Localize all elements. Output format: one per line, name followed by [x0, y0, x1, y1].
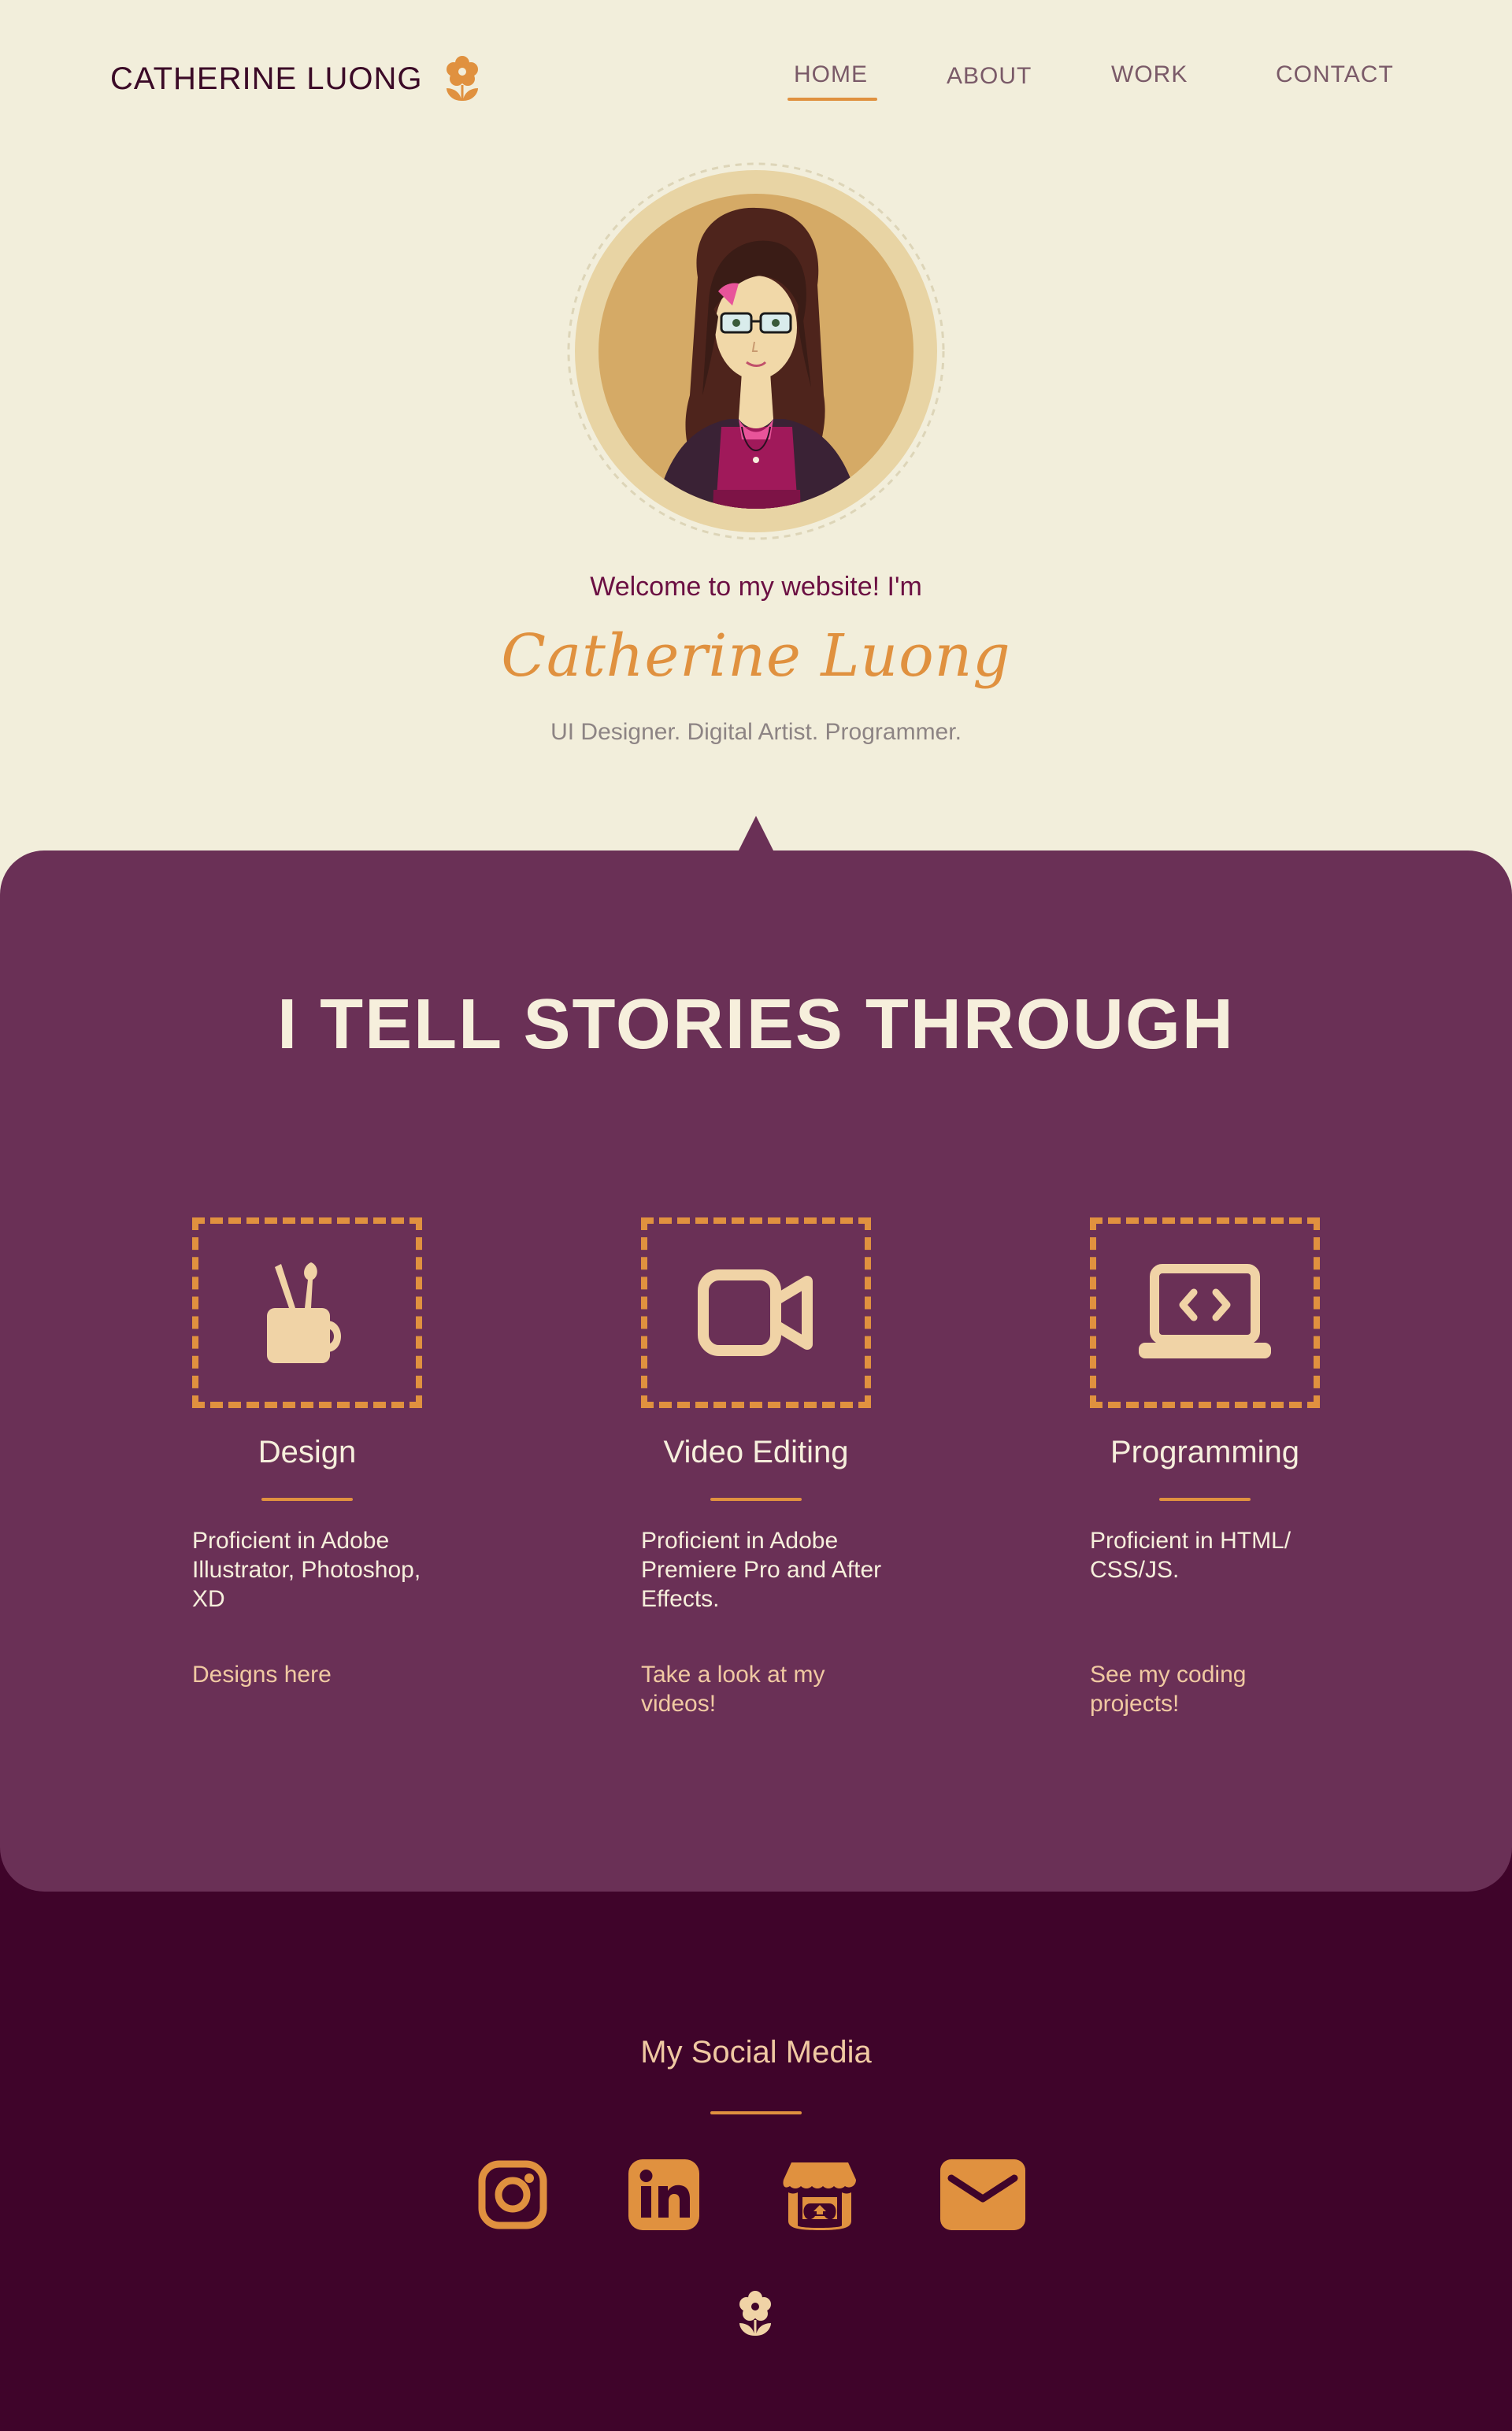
skill-link-videos[interactable]: Take a look at my videos!: [641, 1660, 877, 1718]
skill-description: Proficient in Adobe Premiere Pro and Aft…: [641, 1528, 882, 1612]
skill-icon-frame: [192, 1217, 422, 1408]
hero-name: Catherine Luong: [501, 622, 1011, 690]
skill-link-coding[interactable]: See my coding projects!: [1090, 1660, 1326, 1718]
skill-description: Proficient in HTML/ CSS/JS.: [1090, 1528, 1292, 1583]
nav-home[interactable]: HOME: [794, 61, 868, 88]
nav-work[interactable]: WORK: [1111, 61, 1188, 88]
section-pointer: [738, 816, 774, 852]
skill-icon-frame: [1090, 1217, 1320, 1408]
skill-title: Programming: [1110, 1435, 1300, 1469]
skill-description: Proficient in Adobe Illustrator, Photosh…: [192, 1528, 421, 1612]
flower-icon: [446, 56, 478, 101]
instagram-icon[interactable]: [477, 2159, 548, 2230]
nav-contact[interactable]: CONTACT: [1276, 61, 1394, 88]
skill-card-design: Design Proficient in Adobe Illustrator, …: [192, 1217, 428, 1688]
welcome-text: Welcome to my website! I'm: [590, 572, 922, 602]
linkedin-icon[interactable]: [628, 2159, 699, 2230]
skill-title: Design: [258, 1435, 357, 1469]
avatar: [564, 159, 948, 543]
tagline: UI Designer. Digital Artist. Programmer.: [550, 719, 962, 745]
skill-card-video: Video Editing Proficient in Adobe Premie…: [641, 1217, 881, 1717]
laptop-code-icon: [1139, 1264, 1271, 1358]
nav-about[interactable]: ABOUT: [947, 63, 1032, 90]
mug-brushes-icon: [267, 1262, 341, 1363]
footer: [0, 1811, 1512, 2431]
site-header: CATHERINE LUONG HOME ABOUT WORK CONTACT: [0, 0, 1512, 150]
video-camera-icon: [698, 1269, 813, 1356]
section-title: I TELL STORIES THROUGH: [277, 985, 1235, 1064]
brand-name[interactable]: CATHERINE LUONG: [110, 61, 423, 97]
divider: [1159, 1498, 1251, 1501]
skill-icon-frame: [641, 1217, 871, 1408]
brand[interactable]: CATHERINE LUONG: [110, 55, 484, 102]
flower-icon: [739, 2291, 771, 2336]
divider: [261, 1498, 353, 1501]
divider: [710, 2111, 802, 2114]
skill-title: Video Editing: [663, 1435, 849, 1469]
itch-io-icon[interactable]: [782, 2159, 858, 2230]
social-media-heading: My Social Media: [640, 2035, 872, 2070]
skill-card-programming: Programming Proficient in HTML/ CSS/JS. …: [1090, 1217, 1326, 1717]
skill-link-designs[interactable]: Designs here: [192, 1660, 428, 1689]
nav-active-indicator: [788, 98, 877, 101]
divider: [710, 1498, 802, 1501]
portrait-illustration: [567, 162, 945, 540]
email-icon[interactable]: [940, 2159, 1025, 2230]
